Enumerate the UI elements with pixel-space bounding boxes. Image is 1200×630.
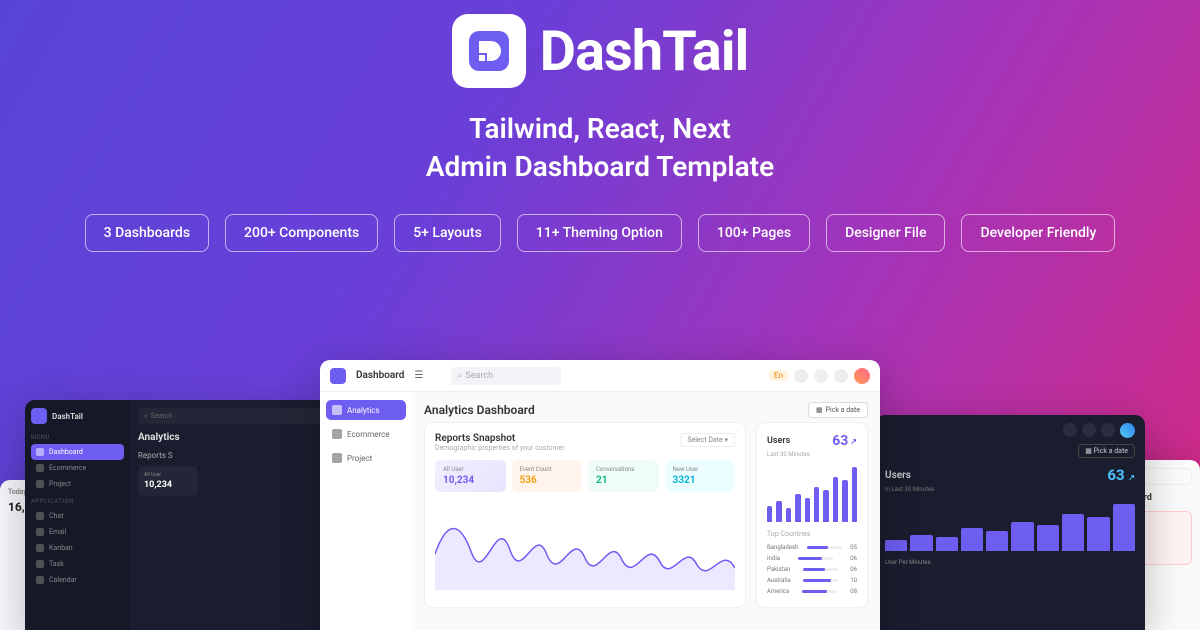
countries-label: Top Countries <box>767 530 857 538</box>
trend-up-icon: ↗ <box>850 437 857 446</box>
topbar-title: Dashboard <box>356 370 404 381</box>
page-title: Analytics Dashboard <box>424 403 535 417</box>
users-card: Users 63↗ Last 30 Minutes Top Countries … <box>756 422 868 608</box>
nav-email[interactable]: Email <box>31 524 124 540</box>
users-count: 63 <box>832 433 848 449</box>
preview-dark-right: ▦ Pick a date Users 63 ↗ In Last 30 Minu… <box>875 415 1145 630</box>
pill-designer: Designer File <box>826 214 945 252</box>
sidebar: Analytics Ecommerce Project <box>320 392 412 630</box>
sidebar-item-project[interactable]: Project <box>326 448 406 468</box>
bell-icon[interactable] <box>814 369 828 383</box>
avatar[interactable] <box>1120 423 1135 438</box>
nav-kanban[interactable]: Kanban <box>31 540 124 556</box>
card-title: Reports S <box>138 451 327 460</box>
pill-components: 200+ Components <box>225 214 378 252</box>
feature-pills: 3 Dashboards 200+ Components 5+ Layouts … <box>85 214 1116 252</box>
stat-card: All User 10,234 <box>138 466 198 496</box>
pill-pages: 100+ Pages <box>698 214 810 252</box>
stat-all-user: All User10,234 <box>435 460 506 492</box>
nav-calendar[interactable]: Calendar <box>31 572 124 588</box>
section-menu: MENU <box>31 434 124 441</box>
brand-name: DashTail <box>540 18 749 84</box>
country-row: India06 <box>767 553 857 564</box>
country-row: America08 <box>767 586 857 597</box>
country-row: Bangladesh05 <box>767 542 857 553</box>
reports-title: Reports Snapshot <box>435 433 565 444</box>
brand-mini: DashTail <box>52 412 83 421</box>
users-sub: Last 30 Minutes <box>767 451 857 458</box>
reports-card: Reports Snapshot Demographic properties … <box>424 422 746 608</box>
stat-new-user: New User3321 <box>665 460 736 492</box>
tagline: Tailwind, React, Next Admin Dashboard Te… <box>426 110 774 186</box>
stat-event-count: Event Count536 <box>512 460 583 492</box>
nav-dashboard[interactable]: Dashboard <box>31 444 124 460</box>
page-title: Analytics <box>138 432 327 443</box>
pill-dashboards: 3 Dashboards <box>85 214 209 252</box>
mail-icon[interactable] <box>794 369 808 383</box>
sidebar-item-ecommerce[interactable]: Ecommerce <box>326 424 406 444</box>
area-chart <box>435 500 735 590</box>
nav-chat[interactable]: Chat <box>31 508 124 524</box>
users-title: Users <box>767 436 790 446</box>
users-sub: In Last 30 Minutes <box>885 486 1135 493</box>
users-count: 63 <box>1107 466 1124 484</box>
calendar-icon: ▦ <box>816 406 823 414</box>
menu-icon[interactable]: ☰ <box>414 370 423 381</box>
tagline-line1: Tailwind, React, Next <box>426 110 774 148</box>
tagline-line2: Admin Dashboard Template <box>426 148 774 186</box>
date-picker-button[interactable]: ▦ Pick a date <box>1078 444 1135 458</box>
nav-task[interactable]: Task <box>31 556 124 572</box>
settings-icon[interactable] <box>834 369 848 383</box>
avatar[interactable] <box>854 368 870 384</box>
search-input[interactable]: ⌕ Search <box>451 367 561 385</box>
dark-sidebar: DashTail MENU Dashboard Ecommerce Projec… <box>25 400 130 630</box>
nav-ecommerce[interactable]: Ecommerce <box>31 460 124 476</box>
chart-footer: User Per Minutes <box>885 559 1135 566</box>
pill-developer: Developer Friendly <box>961 214 1115 252</box>
country-row: Pakistan06 <box>767 564 857 575</box>
users-bar-chart <box>767 464 857 522</box>
bell-icon[interactable] <box>1063 423 1077 437</box>
pill-theming: 11+ Theming Option <box>517 214 682 252</box>
section-app: APPLICATION <box>31 498 124 505</box>
lang-chip[interactable]: En <box>769 370 788 381</box>
topbar: Dashboard ☰ ⌕ Search En <box>320 360 880 392</box>
trend-up-icon: ↗ <box>1128 473 1135 482</box>
mail-icon[interactable] <box>1082 423 1096 437</box>
logo-icon <box>330 368 346 384</box>
settings-icon[interactable] <box>1101 423 1115 437</box>
logo-icon <box>31 408 47 424</box>
preview-dark-left: DashTail MENU Dashboard Ecommerce Projec… <box>25 400 335 630</box>
country-row: Australia10 <box>767 575 857 586</box>
users-bar-chart <box>885 499 1135 551</box>
sidebar-item-analytics[interactable]: Analytics <box>326 400 406 420</box>
date-picker-button[interactable]: ▦Pick a date <box>808 402 868 418</box>
preview-main: Dashboard ☰ ⌕ Search En Analytics Ecomme… <box>320 360 880 630</box>
pill-layouts: 5+ Layouts <box>394 214 501 252</box>
logo-icon <box>452 14 526 88</box>
preview-mockups: Today Orders 16,123,3 DashTail MENU Dash… <box>0 340 1200 630</box>
nav-project[interactable]: Project <box>31 476 124 492</box>
search-input[interactable]: ⌕ Search <box>138 408 327 424</box>
users-title: Users <box>885 470 911 481</box>
reports-subtitle: Demographic properties of your customer <box>435 444 565 452</box>
brand-lockup: DashTail <box>452 14 749 88</box>
date-select[interactable]: Select Date ▾ <box>680 433 735 447</box>
stat-conversations: Conversations21 <box>588 460 659 492</box>
